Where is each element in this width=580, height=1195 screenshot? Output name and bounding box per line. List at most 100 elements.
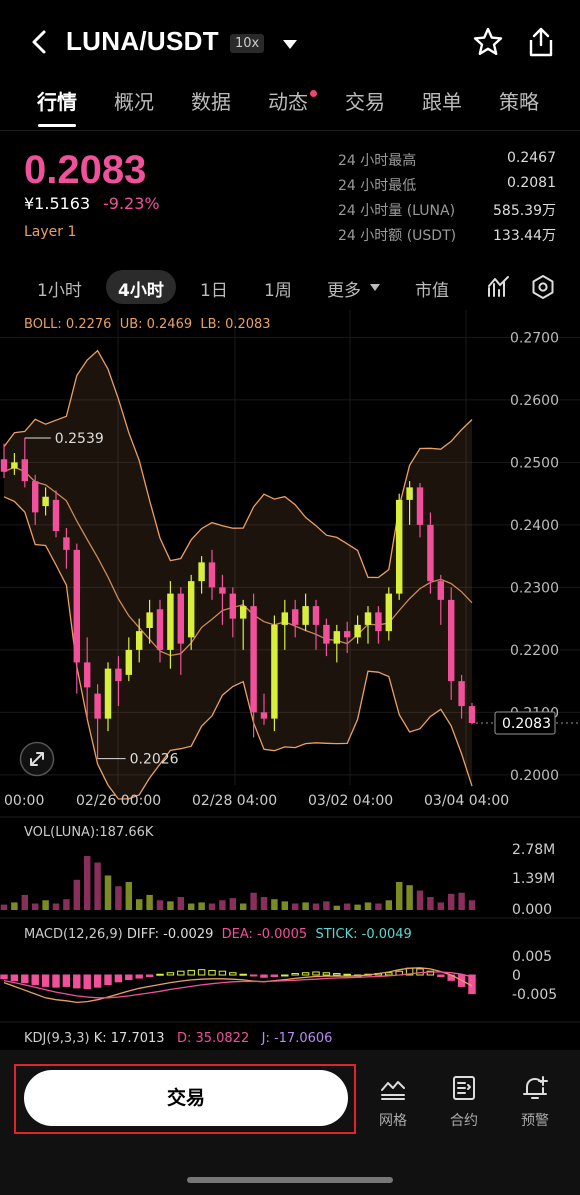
volume-bar	[385, 900, 393, 910]
kdj-legend-d: D: 35.0822	[176, 1031, 250, 1046]
chevron-down-icon[interactable]	[282, 38, 298, 50]
macd-legend-dea: DEA: -0.0005	[221, 927, 308, 942]
back-icon[interactable]	[28, 28, 52, 56]
candle-body	[416, 487, 424, 525]
low-marker-label: 0.2026	[130, 752, 179, 768]
volume-bar	[343, 903, 351, 910]
interval-4h[interactable]: 4小时	[118, 276, 164, 301]
tab-feed[interactable]: 动态	[268, 86, 308, 115]
macd-stick	[270, 974, 279, 978]
contract-button[interactable]: 合约	[439, 1074, 489, 1130]
boll-legend-ub: UB: 0.2469	[119, 317, 193, 332]
volume-bar	[125, 881, 133, 910]
grid-button[interactable]: 网格	[368, 1074, 418, 1130]
macd-stick	[114, 974, 123, 983]
macd-stick	[93, 974, 102, 988]
candle-body	[375, 612, 382, 632]
volume-bar	[0, 904, 8, 910]
interval-market-cap[interactable]: 市值	[415, 276, 449, 301]
macd-stick	[125, 974, 133, 981]
candle-body	[177, 593, 185, 644]
contract-icon	[453, 1076, 475, 1100]
candle-body	[31, 481, 39, 513]
macd-stick	[385, 972, 393, 976]
tab-strategy[interactable]: 策略	[499, 86, 539, 115]
contract-button-label: 合约	[450, 1113, 478, 1129]
leverage-badge: 10x	[230, 34, 265, 53]
settings-icon[interactable]	[530, 274, 556, 300]
tab-copy-trading[interactable]: 跟单	[422, 86, 462, 115]
candle-body	[104, 668, 112, 719]
notification-dot	[310, 90, 317, 97]
candle-body	[323, 624, 330, 644]
candle-body	[83, 662, 91, 688]
candle-body	[156, 609, 164, 650]
macd-stick	[208, 969, 216, 976]
star-icon[interactable]	[472, 26, 504, 58]
x-tick-label: 03/02 04:00	[308, 793, 393, 809]
stat-label-turnover: 24 小时额 (USDT)	[338, 228, 457, 244]
candle-body	[364, 612, 372, 625]
kdj-legend-name: KDJ(9,3,3)	[24, 1031, 90, 1046]
macd-stick	[218, 970, 227, 976]
indicator-icon[interactable]	[486, 274, 512, 300]
macd-stick	[135, 974, 143, 979]
tab-data[interactable]: 数据	[191, 86, 231, 115]
volume-bar	[94, 862, 101, 910]
interval-more[interactable]: 更多	[327, 276, 361, 301]
volume-bar	[468, 900, 476, 910]
volume-bar	[63, 899, 70, 910]
stat-label-low: 24 小时最低	[338, 178, 417, 194]
trade-button[interactable]: 交易	[24, 1070, 348, 1126]
macd-stick	[322, 972, 331, 976]
y-tick-label: 0.2700	[510, 330, 559, 346]
candle-body	[229, 593, 237, 619]
y-tick-label: 0.2200	[510, 643, 559, 659]
volume-bar	[458, 892, 465, 910]
tab-overview[interactable]: 概况	[114, 86, 154, 115]
fullscreen-icon[interactable]	[19, 741, 55, 777]
candle-body	[312, 606, 320, 625]
share-icon[interactable]	[526, 26, 556, 58]
macd-stick	[312, 971, 320, 976]
macd-stick	[10, 974, 19, 982]
interval-1h[interactable]: 1小时	[37, 276, 82, 301]
stat-value-turnover: 133.44万	[493, 228, 556, 244]
last-price-label: 0.2083	[502, 716, 551, 732]
interval-1d[interactable]: 1日	[200, 276, 228, 301]
macd-tick-label: -0.005	[512, 987, 557, 1003]
volume-legend: VOL(LUNA):187.66K	[24, 825, 154, 840]
volume-bar	[427, 897, 434, 910]
macd-stick	[229, 972, 237, 976]
alert-bell-icon	[523, 1076, 548, 1099]
volume-bar	[83, 856, 91, 910]
divider	[0, 130, 580, 131]
tab-market[interactable]: 行情	[37, 86, 77, 115]
candle-body	[291, 609, 299, 625]
volume-bar	[406, 885, 413, 910]
candle-body	[427, 524, 434, 582]
volume-bar	[333, 905, 341, 910]
volume-bar	[375, 903, 382, 910]
tab-trade[interactable]: 交易	[345, 86, 385, 115]
volume-bar	[395, 881, 403, 910]
chevron-down-icon[interactable]	[370, 284, 380, 292]
y-tick-label: 0.2500	[510, 455, 559, 471]
category-tag[interactable]: Layer 1	[24, 224, 76, 240]
pair-title[interactable]: LUNA/USDT	[66, 26, 219, 57]
candle-body	[94, 693, 101, 719]
macd-stick	[249, 974, 258, 977]
grid-button-label: 网格	[379, 1113, 407, 1129]
candle-body	[187, 581, 195, 638]
macd-stick	[104, 974, 112, 985]
candle-body	[302, 606, 309, 625]
stat-label-volume: 24 小时量 (LUNA)	[338, 203, 456, 219]
boll-legend: BOLL: 0.2276 UB: 0.2469 LB: 0.2083	[24, 317, 271, 332]
candle-body	[63, 537, 70, 550]
macd-stick	[62, 974, 71, 987]
tab-active-indicator	[38, 124, 76, 127]
macd-stick	[145, 974, 154, 978]
interval-1w[interactable]: 1周	[264, 276, 292, 301]
y-tick-label: 0.2400	[510, 518, 559, 534]
alert-button[interactable]: 预警	[510, 1074, 560, 1130]
